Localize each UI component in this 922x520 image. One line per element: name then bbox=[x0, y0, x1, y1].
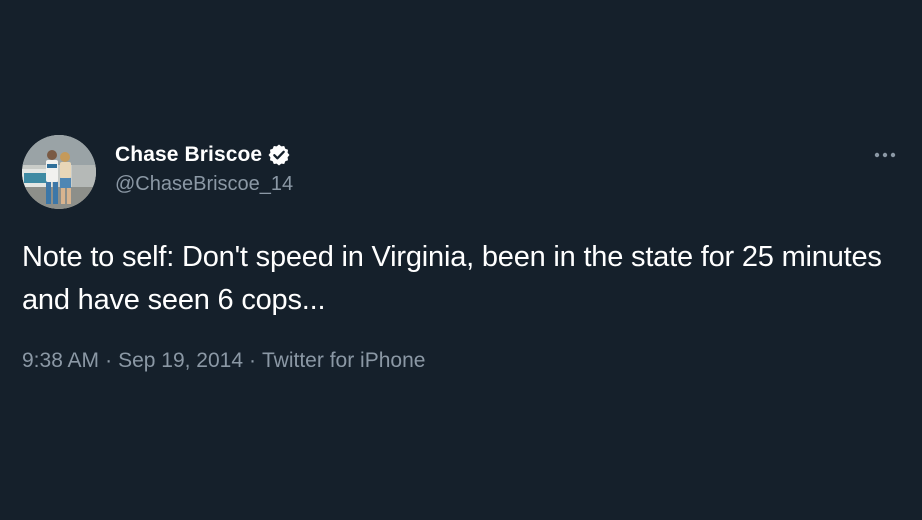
avatar-photo bbox=[22, 135, 96, 209]
tweet-meta: 9:38 AM · Sep 19, 2014 · Twitter for iPhone bbox=[22, 349, 425, 373]
tweet-time[interactable]: 9:38 AM bbox=[22, 349, 99, 372]
more-options-icon[interactable] bbox=[872, 148, 898, 162]
meta-separator: · bbox=[249, 349, 257, 372]
avatar[interactable] bbox=[22, 135, 96, 209]
meta-separator: · bbox=[105, 349, 113, 372]
tweet-source[interactable]: Twitter for iPhone bbox=[262, 349, 425, 372]
user-handle[interactable]: @ChaseBriscoe_14 bbox=[115, 173, 293, 196]
tweet-card: Chase Briscoe @ChaseBriscoe_14 Note to s… bbox=[0, 0, 922, 520]
name-row: Chase Briscoe bbox=[115, 140, 293, 170]
tweet-text: Note to self: Don't speed in Virginia, b… bbox=[22, 241, 882, 316]
display-name[interactable]: Chase Briscoe bbox=[115, 143, 262, 167]
tweet-date[interactable]: Sep 19, 2014 bbox=[118, 349, 243, 372]
user-info: Chase Briscoe @ChaseBriscoe_14 bbox=[115, 140, 293, 196]
verified-badge-icon bbox=[267, 143, 291, 167]
